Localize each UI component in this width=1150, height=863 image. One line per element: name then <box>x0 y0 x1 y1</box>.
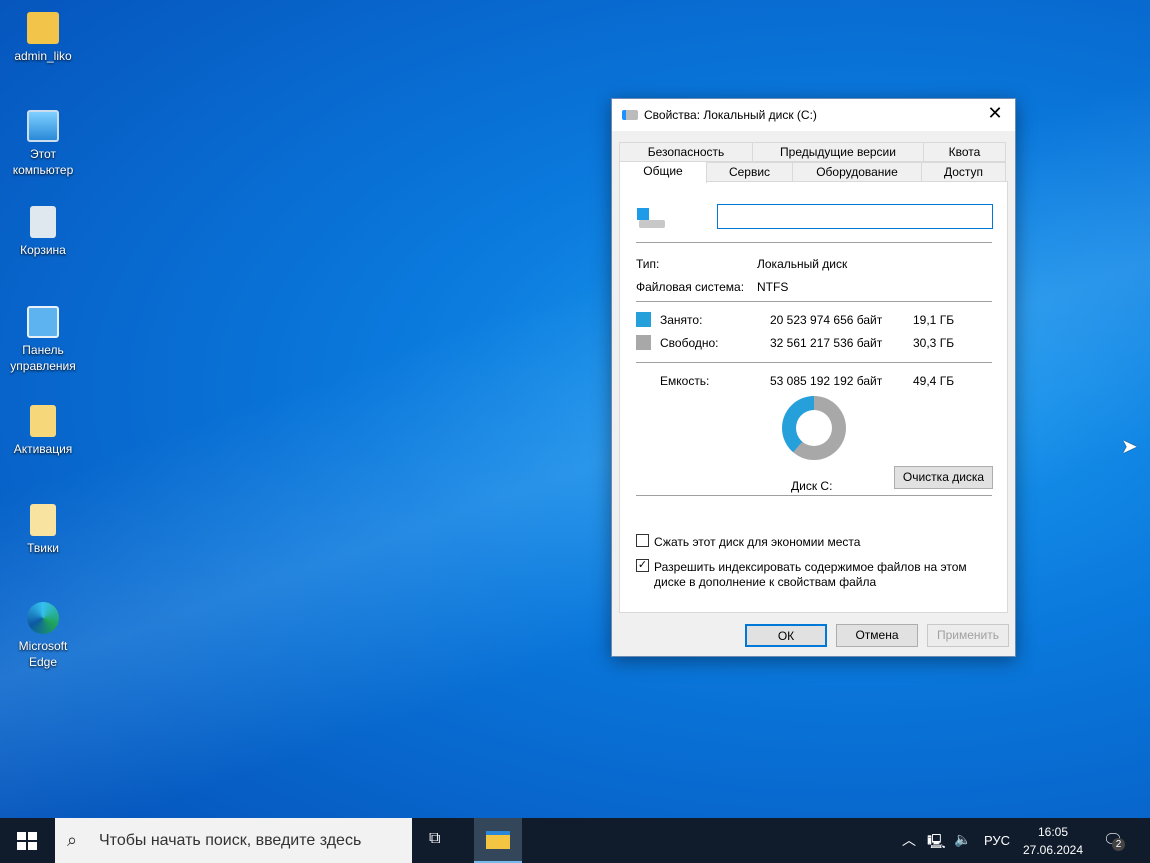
task-view-icon[interactable]: ⧉ <box>429 830 440 848</box>
file-explorer-taskbar-button[interactable] <box>474 818 522 863</box>
free-gb: 30,3 ГБ <box>913 336 955 350</box>
clock[interactable]: 16:05 27.06.2024 <box>1020 823 1086 859</box>
notification-count: 2 <box>1112 838 1125 851</box>
desktop-icon-edge[interactable]: Microsoft Edge <box>3 602 83 670</box>
free-color-swatch <box>636 335 651 350</box>
recycle-bin-icon <box>30 206 56 238</box>
folder-icon <box>30 405 56 437</box>
ok-button[interactable]: ОК <box>745 624 827 647</box>
disk-label: Диск C: <box>791 479 833 493</box>
search-box[interactable]: ⌕ Чтобы начать поиск, введите здесь <box>55 818 412 863</box>
divider <box>636 242 992 243</box>
index-label: Разрешить индексировать содержимое файло… <box>654 560 967 574</box>
desktop-icon-control-panel[interactable]: Панель управления <box>3 306 83 374</box>
control-panel-icon <box>27 306 59 338</box>
user-folder-icon <box>27 12 59 44</box>
desktop-icon-tweaks[interactable]: Твики <box>3 504 83 556</box>
search-placeholder: Чтобы начать поиск, введите здесь <box>99 832 362 849</box>
folder-icon <box>486 831 510 849</box>
cancel-button[interactable]: Отмена <box>836 624 918 647</box>
icon-label: Панель управления <box>10 343 76 373</box>
divider <box>636 495 992 496</box>
desktop-icon-computer[interactable]: Этот компьютер <box>3 110 83 178</box>
time: 16:05 <box>1037 825 1069 839</box>
tab-sharing[interactable]: Доступ <box>921 162 1006 182</box>
edge-icon <box>27 602 59 634</box>
chevron-up-icon[interactable]: ︿ <box>902 830 916 850</box>
compress-checkbox[interactable] <box>636 534 649 547</box>
mouse-cursor: ➤ <box>1121 436 1138 458</box>
disk-usage-donut <box>782 396 846 460</box>
icon-label: Microsoft Edge <box>18 639 68 669</box>
divider <box>636 301 992 302</box>
compress-label: Сжать этот диск для экономии места <box>654 535 861 549</box>
drive-icon <box>637 208 665 230</box>
tab-general[interactable]: Общие <box>619 161 707 183</box>
index-checkbox[interactable]: ✓ <box>636 559 649 572</box>
desktop-icon-activation[interactable]: Активация <box>3 405 83 457</box>
desktop-icon-admin[interactable]: admin_liko <box>3 12 83 64</box>
icon-label: admin_liko <box>14 49 72 63</box>
desktop-icon-recycle-bin[interactable]: Корзина <box>3 206 83 258</box>
disk-cleanup-button[interactable]: Очистка диска <box>894 466 993 489</box>
icon-label: Активация <box>13 442 73 456</box>
used-gb: 19,1 ГБ <box>913 313 955 327</box>
apply-button[interactable]: Применить <box>927 624 1009 647</box>
folder-icon <box>30 504 56 536</box>
dialog-title: Свойства: Локальный диск (C:) <box>644 108 817 122</box>
date: 27.06.2024 <box>1022 843 1084 857</box>
divider <box>636 362 992 363</box>
tab-service[interactable]: Сервис <box>706 162 793 182</box>
capacity-bytes: 53 085 192 192 байт <box>770 374 883 388</box>
type-value: Локальный диск <box>757 257 848 271</box>
icon-label: Твики <box>27 541 59 555</box>
used-bytes: 20 523 974 656 байт <box>770 313 883 327</box>
capacity-gb: 49,4 ГБ <box>913 374 955 388</box>
icon-label: Этот компьютер <box>12 147 74 177</box>
tab-hardware[interactable]: Оборудование <box>792 162 922 182</box>
title-bar: Свойства: Локальный диск (C:) ✕ <box>612 99 1015 131</box>
tab-quota[interactable]: Квота <box>923 142 1006 162</box>
icon-label: Корзина <box>20 243 66 257</box>
used-color-swatch <box>636 312 651 327</box>
used-label: Занято: <box>660 313 703 327</box>
taskbar: ⌕ Чтобы начать поиск, введите здесь ⧉ ︿ … <box>0 818 1150 863</box>
search-icon: ⌕ <box>67 830 78 850</box>
type-label: Тип: <box>636 257 660 271</box>
network-icon[interactable]: 🖳 <box>927 831 946 855</box>
start-button[interactable] <box>17 832 37 850</box>
disk-properties-dialog: Свойства: Локальный диск (C:) ✕ Безопасн… <box>611 98 1016 657</box>
language-indicator[interactable]: РУС <box>984 833 1010 848</box>
tab-previous-versions[interactable]: Предыдущие версии <box>752 142 924 162</box>
close-icon[interactable]: ✕ <box>983 103 1007 124</box>
capacity-label: Емкость: <box>660 374 710 388</box>
general-panel: Тип: Локальный диск Файловая система: NT… <box>619 181 1008 613</box>
notifications-icon[interactable]: 🗨2 <box>1103 830 1125 851</box>
volume-label-input[interactable] <box>717 204 993 229</box>
fs-value: NTFS <box>757 280 789 294</box>
fs-label: Файловая система: <box>636 280 745 294</box>
volume-icon[interactable]: 🔈 <box>954 831 971 848</box>
tab-security[interactable]: Безопасность <box>619 142 753 162</box>
free-label: Свободно: <box>660 336 719 350</box>
drive-icon <box>622 110 638 120</box>
index-label-cont: диске в дополнение к свойствам файла <box>654 575 877 589</box>
computer-icon <box>27 110 59 142</box>
free-bytes: 32 561 217 536 байт <box>770 336 883 350</box>
